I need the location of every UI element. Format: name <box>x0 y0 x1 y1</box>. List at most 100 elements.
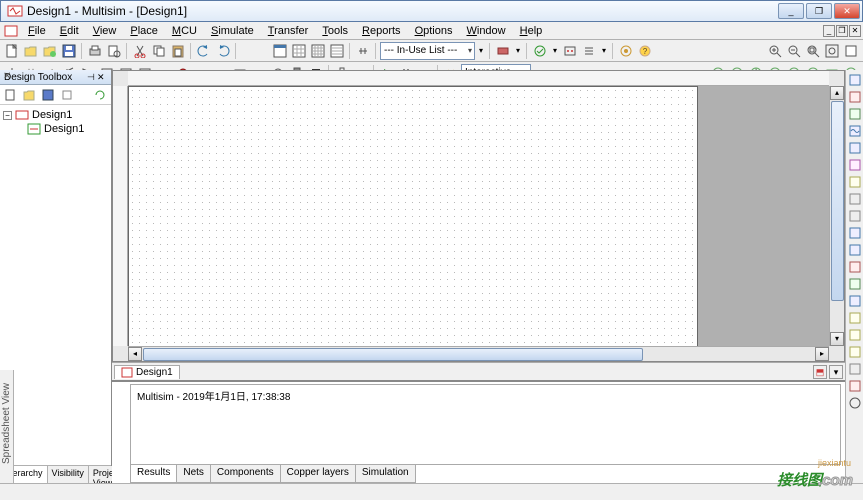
zoom-in-icon[interactable] <box>766 42 784 60</box>
tree-root[interactable]: − Design1 <box>3 108 108 122</box>
agilent-fg-icon[interactable] <box>847 310 863 326</box>
labview-icon[interactable] <box>847 378 863 394</box>
open-file-icon[interactable] <box>22 42 40 60</box>
tab-visibility[interactable]: Visibility <box>48 466 89 483</box>
erc-arrow[interactable]: ▾ <box>550 42 560 60</box>
network-analyzer-icon[interactable] <box>847 293 863 309</box>
spreadsheet-icon[interactable] <box>328 42 346 60</box>
undo-icon[interactable] <box>195 42 213 60</box>
in-use-list-dropdown[interactable]: --- In-Use List --- <box>380 42 475 60</box>
menu-file[interactable]: File <box>21 24 53 38</box>
wattmeter-icon[interactable] <box>847 106 863 122</box>
grid-icon[interactable] <box>290 42 308 60</box>
spreadsheet-close-icon[interactable]: ✕ <box>3 71 11 82</box>
doc-tab-list-icon[interactable]: ▾ <box>829 365 843 379</box>
scroll-right-icon[interactable]: ▸ <box>815 347 829 361</box>
scroll-v-thumb[interactable] <box>831 101 844 301</box>
menu-options[interactable]: Options <box>408 24 460 38</box>
bode-plotter-icon[interactable] <box>847 157 863 173</box>
copy-icon[interactable] <box>150 42 168 60</box>
new-file-icon[interactable] <box>3 42 21 60</box>
expand-icon[interactable]: − <box>3 111 12 120</box>
panel-open-icon[interactable] <box>22 87 38 103</box>
func-generator-icon[interactable] <box>847 89 863 105</box>
tab-components[interactable]: Components <box>210 465 281 483</box>
tab-simulation[interactable]: Simulation <box>355 465 416 483</box>
four-ch-scope-icon[interactable] <box>847 140 863 156</box>
mdi-close[interactable]: ✕ <box>849 25 861 37</box>
scroll-left-icon[interactable]: ◂ <box>128 347 142 361</box>
maximize-button[interactable]: ❐ <box>806 3 832 19</box>
netlist-icon[interactable] <box>561 42 579 60</box>
logic-analyzer-icon[interactable] <box>847 225 863 241</box>
agilent-scope-icon[interactable] <box>847 344 863 360</box>
current-probe-icon[interactable] <box>847 395 863 411</box>
netlist-arrow[interactable]: ▾ <box>599 42 609 60</box>
logic-conv-icon[interactable] <box>847 208 863 224</box>
panel-misc-icon[interactable] <box>60 87 76 103</box>
oscilloscope-icon[interactable] <box>847 123 863 139</box>
canvas-area[interactable] <box>128 86 829 346</box>
freq-counter-icon[interactable] <box>847 174 863 190</box>
multimeter-icon[interactable] <box>847 72 863 88</box>
menu-window[interactable]: Window <box>459 24 512 38</box>
zoom-out-icon[interactable] <box>785 42 803 60</box>
tab-results[interactable]: Results <box>130 465 177 483</box>
scroll-down-icon[interactable]: ▾ <box>830 332 844 346</box>
panel-refresh-icon[interactable] <box>92 87 108 103</box>
menu-place[interactable]: Place <box>123 24 165 38</box>
menu-simulate[interactable]: Simulate <box>204 24 261 38</box>
panel-new-icon[interactable] <box>3 87 19 103</box>
paste-icon[interactable] <box>169 42 187 60</box>
redo-icon[interactable] <box>214 42 232 60</box>
schematic-page[interactable] <box>128 86 698 346</box>
place-misc-icon[interactable] <box>354 42 372 60</box>
doc-tab-toggle-icon[interactable]: ⬒ <box>813 365 827 379</box>
minimize-button[interactable]: _ <box>778 3 804 19</box>
zoom-fit-icon[interactable] <box>823 42 841 60</box>
tool-misc-icon[interactable] <box>617 42 635 60</box>
cut-icon[interactable] <box>131 42 149 60</box>
agilent-mm-icon[interactable] <box>847 327 863 343</box>
menu-transfer[interactable]: Transfer <box>261 24 316 38</box>
tek-scope-icon[interactable] <box>847 361 863 377</box>
mdi-restore[interactable]: ❐ <box>836 25 848 37</box>
panel-save-icon[interactable] <box>41 87 57 103</box>
open-example-icon[interactable] <box>41 42 59 60</box>
menu-tools[interactable]: Tools <box>315 24 355 38</box>
iv-analyzer-icon[interactable] <box>847 242 863 258</box>
mdi-minimize[interactable]: _ <box>823 25 835 37</box>
in-use-list-arrow[interactable]: ▾ <box>476 42 486 60</box>
menu-edit[interactable]: Edit <box>53 24 86 38</box>
scroll-h-thumb[interactable] <box>143 348 643 361</box>
zoom-sheet-icon[interactable] <box>842 42 860 60</box>
scroll-up-icon[interactable]: ▴ <box>830 86 844 100</box>
print-icon[interactable] <box>86 42 104 60</box>
close-button[interactable]: ✕ <box>834 3 860 19</box>
menu-view[interactable]: View <box>86 24 124 38</box>
tab-design1[interactable]: Design1 <box>114 365 180 379</box>
virtual-comp-icon[interactable] <box>494 42 512 60</box>
netlist2-icon[interactable] <box>580 42 598 60</box>
menu-help[interactable]: Help <box>513 24 550 38</box>
scrollbar-vertical[interactable]: ▴ ▾ <box>829 86 844 346</box>
help-icon[interactable]: ? <box>636 42 654 60</box>
spreadsheet-view-tab[interactable]: Spreadsheet View <box>0 370 14 483</box>
pin-icon[interactable]: ⊣ <box>87 72 97 83</box>
spectrum-icon[interactable] <box>847 276 863 292</box>
tree-child[interactable]: Design1 <box>3 122 108 136</box>
scrollbar-horizontal[interactable]: ◂ ▸ <box>128 346 829 361</box>
grid-small-icon[interactable] <box>309 42 327 60</box>
tab-nets[interactable]: Nets <box>176 465 211 483</box>
panel-close-icon[interactable]: ✕ <box>97 72 107 83</box>
print-preview-icon[interactable] <box>105 42 123 60</box>
word-gen-icon[interactable] <box>847 191 863 207</box>
full-screen-icon[interactable] <box>271 42 289 60</box>
electrical-rule-check-icon[interactable] <box>531 42 549 60</box>
menu-mcu[interactable]: MCU <box>165 24 204 38</box>
virtual-comp-arrow[interactable]: ▾ <box>513 42 523 60</box>
menu-reports[interactable]: Reports <box>355 24 408 38</box>
tab-copper-layers[interactable]: Copper layers <box>280 465 356 483</box>
zoom-area-icon[interactable] <box>804 42 822 60</box>
save-icon[interactable] <box>60 42 78 60</box>
